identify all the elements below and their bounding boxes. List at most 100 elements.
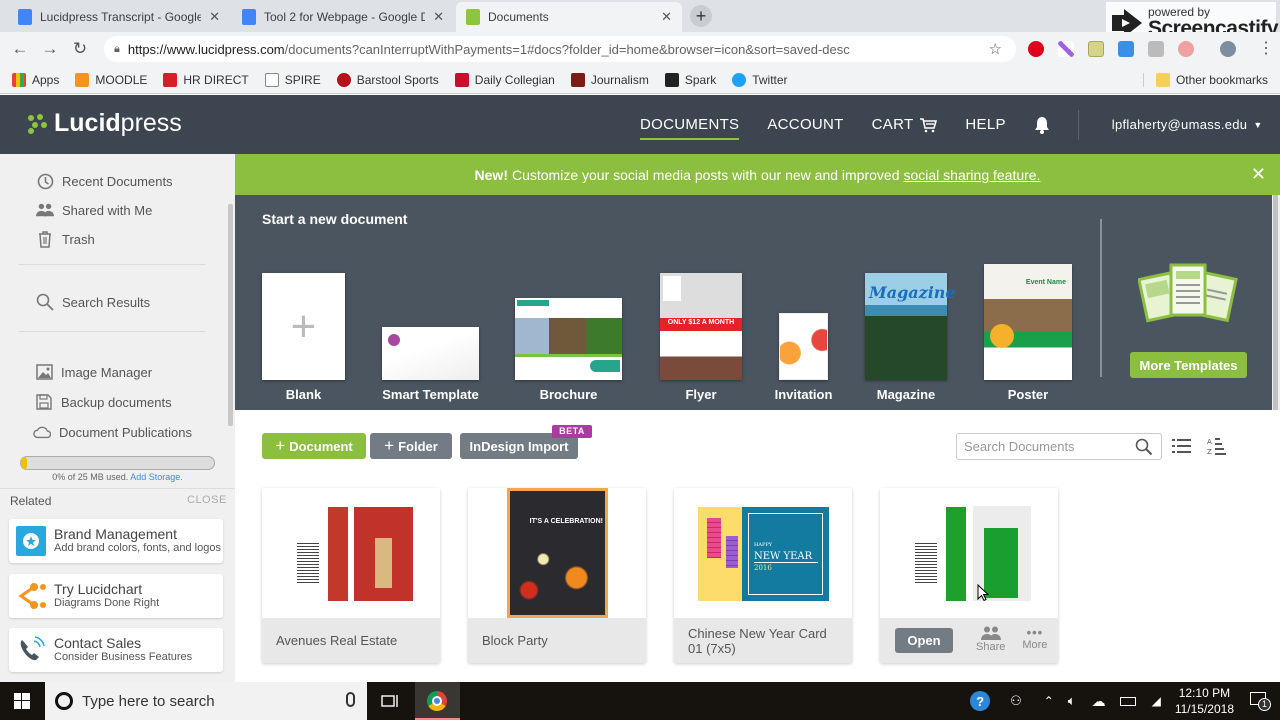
taskbar-search-input[interactable]: Type here to search	[45, 682, 367, 720]
related-card-brand-management[interactable]: Brand Management Add brand colors, fonts,…	[9, 519, 223, 563]
battery-icon[interactable]	[1119, 696, 1136, 706]
chevron-up-icon[interactable]: ⌃	[1044, 694, 1054, 708]
help-icon[interactable]: ?	[970, 691, 991, 711]
task-view-icon[interactable]	[381, 694, 399, 711]
add-storage-link[interactable]: Add Storage.	[130, 472, 183, 482]
plus-icon: +	[275, 436, 286, 455]
flyer-thumbnail: ONLY $12 A MONTH	[660, 273, 742, 380]
close-tab-icon[interactable]: ✕	[209, 9, 220, 25]
spark-icon	[664, 72, 679, 87]
notes-extension-icon[interactable]	[1088, 41, 1104, 57]
windows-start-icon[interactable]	[14, 693, 30, 712]
nav-cart[interactable]: CART	[872, 95, 938, 154]
lucidpress-logo[interactable]: Lucidpress	[28, 109, 182, 138]
magazine-thumbnail: Magazine	[865, 273, 956, 380]
bookmark-spire[interactable]: SPIRE	[264, 72, 321, 87]
sidebar-divider	[18, 331, 206, 332]
people-icon[interactable]: ⚇	[1010, 693, 1022, 709]
other-bookmarks[interactable]: Other bookmarks	[1142, 72, 1268, 87]
bookmark-moodle[interactable]: MOODLE	[75, 72, 147, 87]
reload-icon[interactable]: ↻	[65, 39, 95, 59]
document-card[interactable]: IT'S A CELEBRATION! Block Party	[468, 488, 646, 663]
bookmark-apps[interactable]: Apps	[12, 72, 59, 87]
nav-documents[interactable]: DOCUMENTS	[640, 95, 740, 154]
wifi-icon[interactable]: ◢	[1152, 694, 1161, 708]
close-tab-icon[interactable]: ✕	[433, 9, 444, 25]
bookmark-twitter[interactable]: Twitter	[732, 72, 788, 87]
nav-account[interactable]: ACCOUNT	[767, 95, 843, 154]
template-blank[interactable]: + Blank	[262, 273, 345, 402]
sidebar-item-trash[interactable]: Trash	[36, 230, 95, 248]
list-view-icon[interactable]	[1172, 438, 1192, 457]
record-extension-icon[interactable]	[1178, 41, 1194, 57]
document-card-hovered[interactable]: Open Share ••• More	[880, 488, 1058, 663]
template-magazine[interactable]: Magazine Magazine	[865, 273, 956, 402]
sidebar-item-search-results[interactable]: Search Results	[36, 293, 150, 311]
forward-icon[interactable]: →	[35, 39, 65, 59]
browser-tab-active[interactable]: Documents ✕	[456, 2, 682, 32]
document-card[interactable]: HAPPY NEW YEAR 2016 Chinese New Year Car…	[674, 488, 852, 663]
new-tab-button[interactable]: +	[690, 5, 712, 27]
more-options-button[interactable]: ••• More	[1022, 626, 1047, 653]
close-tab-icon[interactable]: ✕	[661, 9, 672, 25]
user-menu[interactable]: lpflaherty@umass.edu ▼	[1112, 95, 1263, 154]
cart-icon	[920, 117, 938, 132]
template-smart-template[interactable]: Smart Template	[382, 327, 479, 402]
bookmark-star-icon[interactable]: ☆	[989, 40, 1002, 58]
sidebar-item-backup-documents[interactable]: Backup documents	[35, 393, 172, 411]
back-icon[interactable]: ←	[5, 39, 35, 59]
quill-extension-icon[interactable]	[1058, 41, 1074, 57]
microphone-icon[interactable]	[346, 692, 355, 707]
beta-badge: BETA	[552, 425, 592, 438]
template-flyer[interactable]: ONLY $12 A MONTH Flyer	[660, 273, 742, 402]
new-folder-button[interactable]: + Folder	[370, 433, 452, 459]
search-documents-input[interactable]: Search Documents	[956, 433, 1162, 460]
related-close-button[interactable]: CLOSE	[187, 494, 227, 506]
more-templates-icon[interactable]	[1137, 262, 1238, 330]
more-templates-button[interactable]: More Templates	[1130, 352, 1247, 378]
close-banner-icon[interactable]: ✕	[1251, 164, 1266, 185]
template-poster[interactable]: Event Name Poster	[984, 264, 1072, 402]
document-card[interactable]: Avenues Real Estate	[262, 488, 440, 663]
sort-az-icon[interactable]: AZ	[1207, 436, 1227, 459]
social-sharing-link[interactable]: social sharing feature.	[904, 167, 1041, 183]
notifications-bell-icon[interactable]	[1034, 95, 1050, 154]
bookmark-journalism[interactable]: Journalism	[570, 72, 649, 87]
sidebar-item-image-manager[interactable]: Image Manager	[35, 363, 152, 381]
share-document-button[interactable]: Share	[976, 626, 1005, 655]
expand-extension-icon[interactable]	[1118, 41, 1134, 57]
opera-extension-icon[interactable]	[1028, 41, 1044, 57]
google-docs-icon	[242, 9, 256, 25]
bookmark-spark[interactable]: Spark	[664, 72, 716, 87]
template-brochure[interactable]: Brochure	[515, 298, 622, 402]
url-host: https://www.lucidpress.com	[127, 41, 285, 57]
nav-help[interactable]: HELP	[965, 95, 1005, 154]
s-extension-icon[interactable]	[1148, 41, 1164, 57]
main-scrollbar[interactable]	[1272, 195, 1280, 410]
url-bar[interactable]: 🔒︎ https://www.lucidpress.com/documents?…	[104, 36, 1016, 62]
main-scrollbar-thumb[interactable]	[1273, 195, 1278, 410]
browser-tab[interactable]: Lucidpress Transcript - Google Do ✕	[8, 2, 230, 32]
sidebar-item-shared-with-me[interactable]: Shared with Me	[36, 201, 152, 219]
volume-icon[interactable]: 🔈︎	[1068, 693, 1076, 709]
bookmark-barstool[interactable]: Barstool Sports	[336, 72, 439, 87]
related-card-contact-sales[interactable]: Contact Sales Consider Business Features	[9, 628, 223, 672]
sidebar-item-document-publications[interactable]: Document Publications	[33, 423, 192, 441]
clock[interactable]: 12:10 PM 11/15/2018	[1175, 685, 1234, 717]
svg-text:Z: Z	[1207, 448, 1212, 456]
new-document-button[interactable]: + Document	[262, 433, 366, 459]
sidebar-scrollbar[interactable]	[228, 204, 233, 426]
onedrive-icon[interactable]: ☁︎	[1092, 693, 1106, 710]
template-invitation[interactable]: Invitation	[775, 313, 832, 402]
taskbar-chrome-app[interactable]	[415, 682, 460, 720]
sidebar-item-recent-documents[interactable]: Recent Documents	[36, 172, 173, 190]
search-icon[interactable]	[1135, 438, 1153, 456]
open-document-button[interactable]: Open	[895, 628, 953, 653]
action-center-icon[interactable]: 1	[1250, 692, 1271, 711]
bookmark-hr-direct[interactable]: HR DIRECT	[163, 72, 249, 87]
related-card-try-lucidchart[interactable]: Try Lucidchart Diagrams Done Right	[9, 574, 223, 618]
profile-avatar-icon[interactable]	[1220, 41, 1236, 57]
browser-tab[interactable]: Tool 2 for Webpage - Google Do ✕	[232, 2, 454, 32]
chrome-menu-icon[interactable]: ⋮	[1258, 38, 1274, 58]
bookmark-daily-collegian[interactable]: Daily Collegian	[454, 72, 555, 87]
